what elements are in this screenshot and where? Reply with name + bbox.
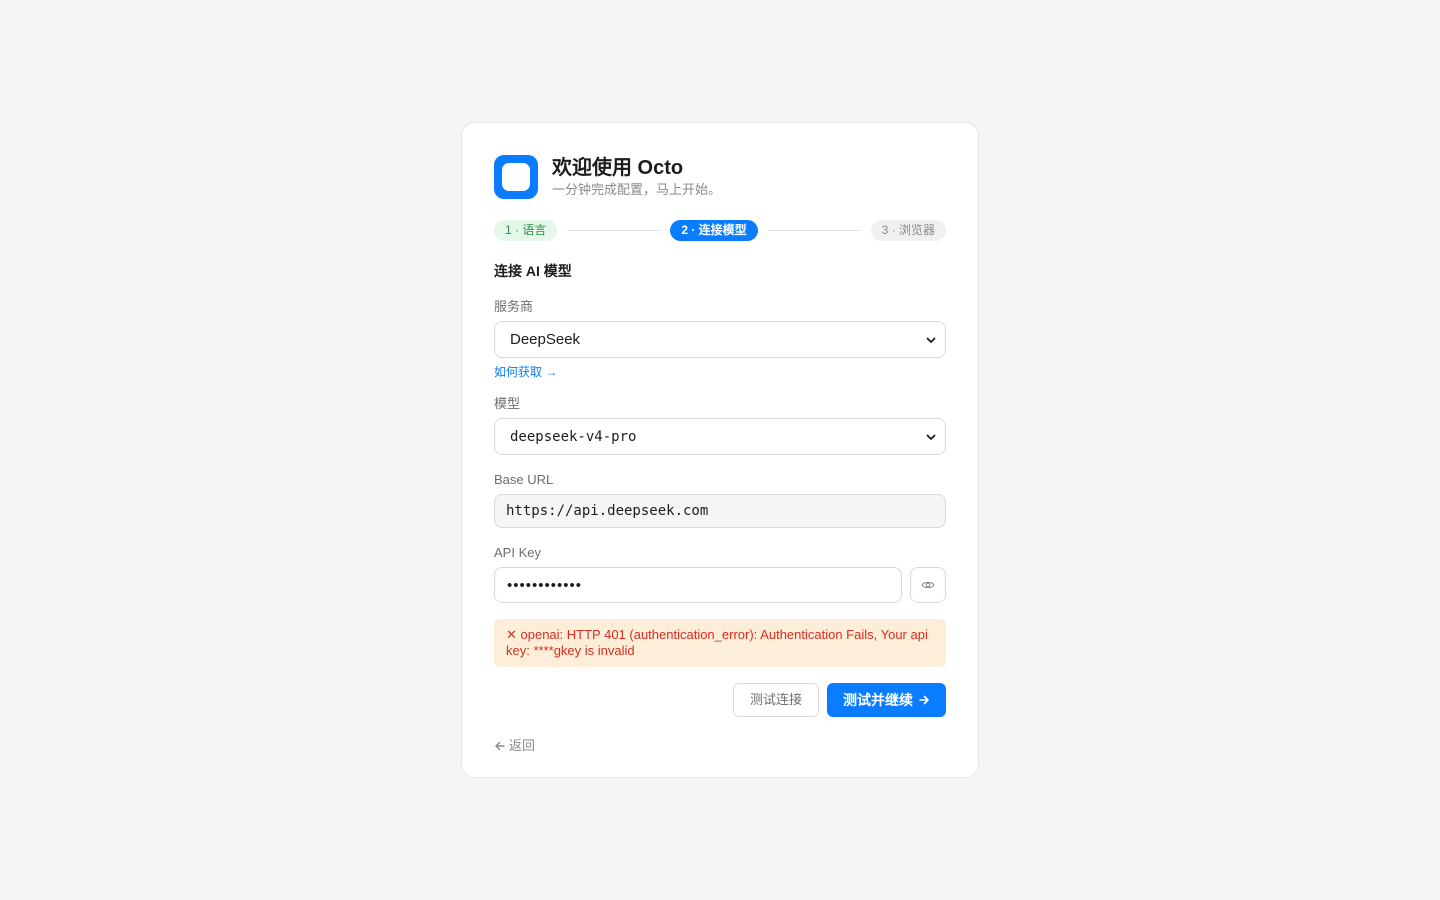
how-to-get-link[interactable]: 如何获取 → xyxy=(494,364,557,380)
provider-value: DeepSeek xyxy=(510,331,581,348)
test-and-continue-button[interactable]: 测试并继续 xyxy=(827,683,946,717)
step-connector xyxy=(567,229,661,231)
chevron-down-icon xyxy=(926,337,936,343)
back-button[interactable]: 返回 xyxy=(494,738,535,754)
eye-icon xyxy=(921,581,935,589)
api-key-row: •••••••••••• xyxy=(494,567,946,603)
error-message: ✕ openai: HTTP 401 (authentication_error… xyxy=(494,619,946,667)
provider-label: 服务商 xyxy=(494,299,534,314)
action-bar: 测试连接 测试并继续 xyxy=(494,683,946,717)
model-value: deepseek-v4-pro xyxy=(510,428,637,445)
api-key-input[interactable]: •••••••••••• xyxy=(494,567,902,603)
step-browser: 3 · 浏览器 xyxy=(870,219,946,241)
stepper: 1 · 语言 2 · 连接模型 3 · 浏览器 xyxy=(494,219,946,241)
provider-select[interactable]: DeepSeek xyxy=(494,321,946,358)
base-url-label: Base URL xyxy=(494,472,554,487)
section-title: 连接 AI 模型 xyxy=(494,263,572,279)
test-and-continue-label: 测试并继续 xyxy=(843,692,913,708)
header: 欢迎使用 Octo 一分钟完成配置，马上开始。 xyxy=(494,154,946,199)
onboarding-card: 欢迎使用 Octo 一分钟完成配置，马上开始。 1 · 语言 2 · 连接模型 … xyxy=(461,122,979,778)
header-titles: 欢迎使用 Octo 一分钟完成配置，马上开始。 xyxy=(552,155,721,198)
chevron-down-icon xyxy=(926,434,936,440)
page-title: 欢迎使用 Octo xyxy=(552,157,684,179)
base-url-input[interactable]: https://api.deepseek.com xyxy=(494,494,946,528)
model-select[interactable]: deepseek-v4-pro xyxy=(494,418,946,455)
arrow-left-icon xyxy=(495,741,505,751)
page-subtitle: 一分钟完成配置，马上开始。 xyxy=(552,182,722,197)
test-connection-button[interactable]: 测试连接 xyxy=(732,683,819,717)
app-logo-icon xyxy=(494,154,538,199)
back-label: 返回 xyxy=(509,738,536,753)
api-key-label: API Key xyxy=(494,545,541,560)
step-language[interactable]: 1 · 语言 xyxy=(494,219,558,241)
model-label: 模型 xyxy=(494,396,521,411)
step-connector xyxy=(767,229,861,231)
toggle-visibility-button[interactable] xyxy=(910,567,946,603)
step-connect-model: 2 · 连接模型 xyxy=(670,219,758,241)
arrow-right-icon xyxy=(919,695,929,705)
